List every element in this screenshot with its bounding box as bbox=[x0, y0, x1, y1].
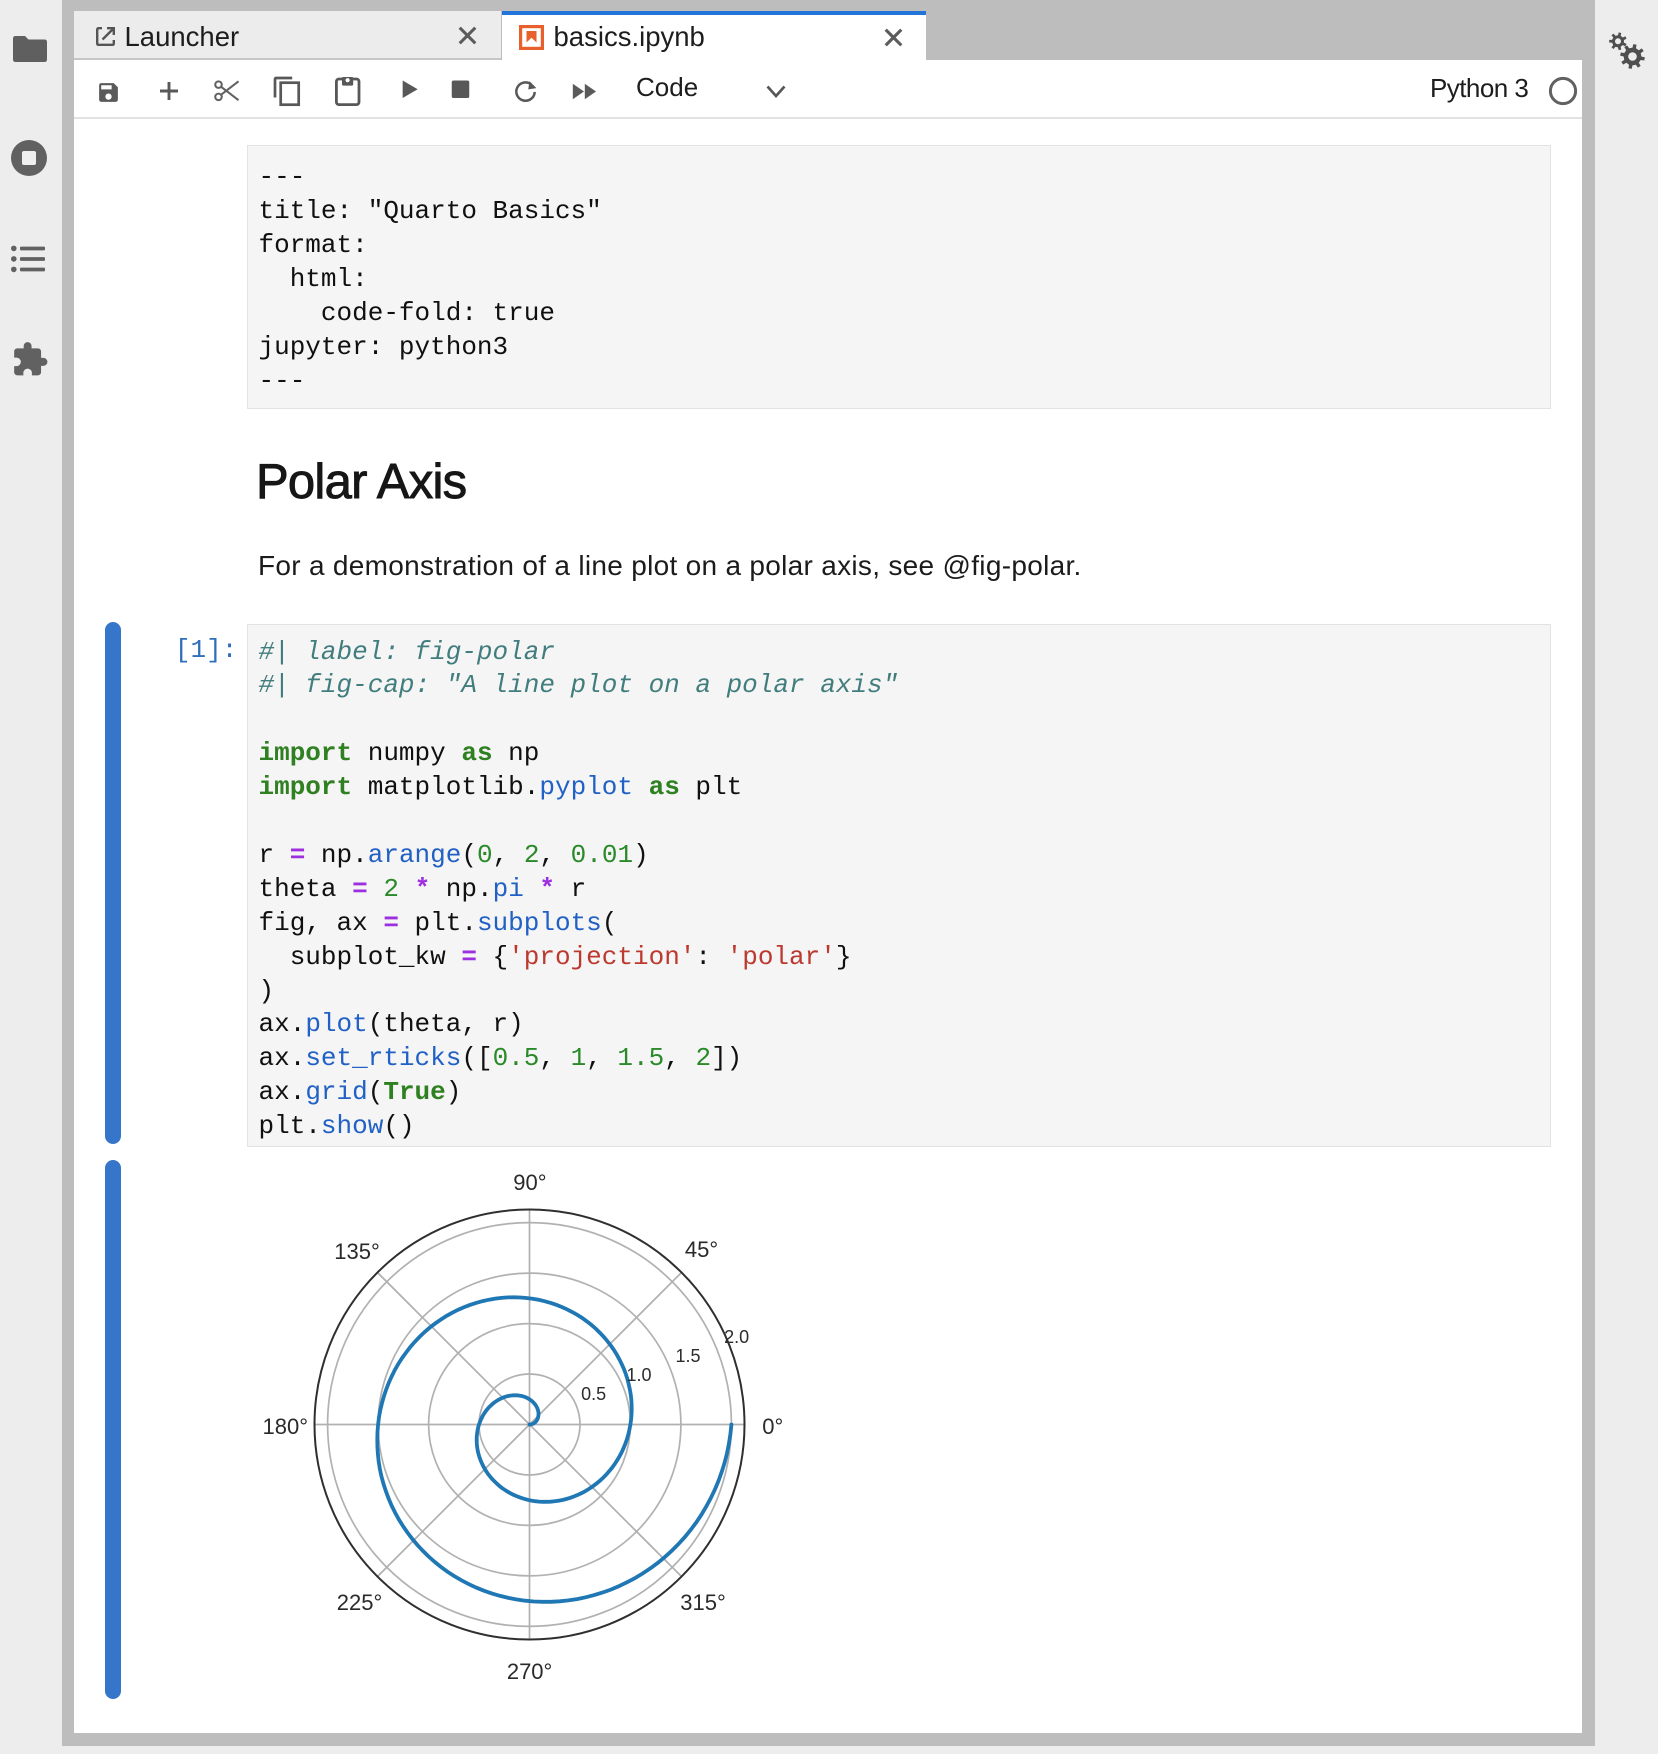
svg-text:180°: 180° bbox=[263, 1414, 309, 1439]
svg-text:90°: 90° bbox=[513, 1170, 546, 1195]
svg-text:45°: 45° bbox=[685, 1237, 718, 1262]
svg-text:1.5: 1.5 bbox=[675, 1346, 700, 1366]
svg-text:135°: 135° bbox=[334, 1239, 380, 1264]
svg-text:2.0: 2.0 bbox=[724, 1327, 749, 1347]
svg-text:270°: 270° bbox=[507, 1659, 553, 1684]
svg-text:315°: 315° bbox=[680, 1590, 726, 1615]
svg-text:0.5: 0.5 bbox=[581, 1384, 606, 1404]
svg-text:1.0: 1.0 bbox=[626, 1365, 651, 1385]
svg-text:0°: 0° bbox=[762, 1414, 783, 1439]
svg-text:225°: 225° bbox=[337, 1590, 383, 1615]
